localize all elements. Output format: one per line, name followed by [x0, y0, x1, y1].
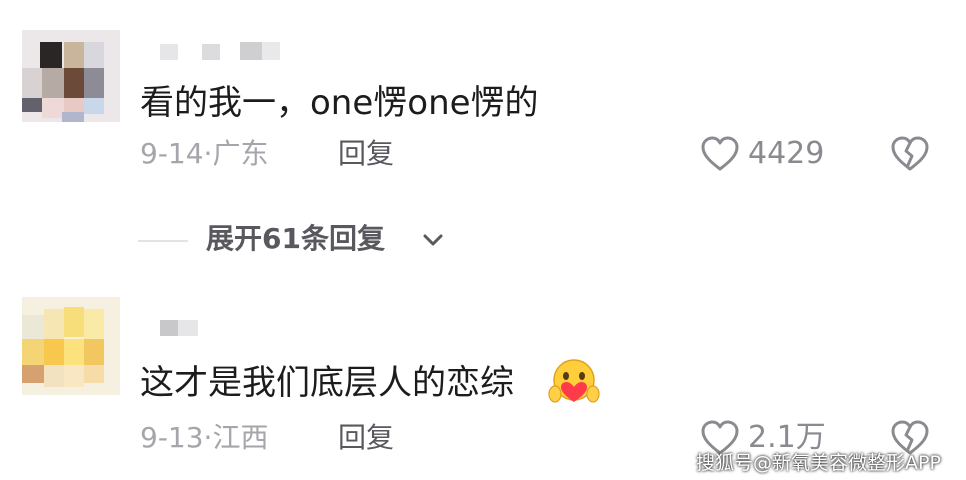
watermark: 搜狐号@新氧美容微整形APP	[696, 452, 941, 474]
chevron-down-icon	[423, 234, 443, 246]
comment-meta: 9-14·广东	[140, 137, 268, 171]
heart-outline-icon	[701, 136, 739, 171]
like-count: 4429	[748, 136, 825, 171]
expand-replies-button[interactable]: 展开61条回复	[206, 222, 443, 258]
comment-text: 这才是我们底层人的恋综	[140, 363, 514, 403]
expand-replies-label: 展开61条回复	[206, 222, 385, 255]
avatar[interactable]	[22, 30, 120, 122]
broken-heart-icon[interactable]	[890, 135, 930, 173]
replies-divider	[138, 240, 188, 242]
comment-meta: 9-13·江西	[140, 421, 268, 455]
reply-button[interactable]: 回复	[338, 137, 394, 171]
comment-date: 9-14	[140, 137, 204, 170]
hugging-face-emoji	[548, 359, 600, 403]
comment-location: 江西	[212, 421, 269, 454]
username[interactable]	[160, 318, 220, 338]
comment-text: 看的我一，one愣one愣的	[140, 83, 539, 123]
comment-location: 广东	[212, 137, 269, 170]
avatar[interactable]	[22, 297, 120, 395]
username[interactable]	[160, 40, 290, 62]
comment-date: 9-13	[140, 421, 204, 454]
reply-button[interactable]: 回复	[338, 421, 394, 455]
